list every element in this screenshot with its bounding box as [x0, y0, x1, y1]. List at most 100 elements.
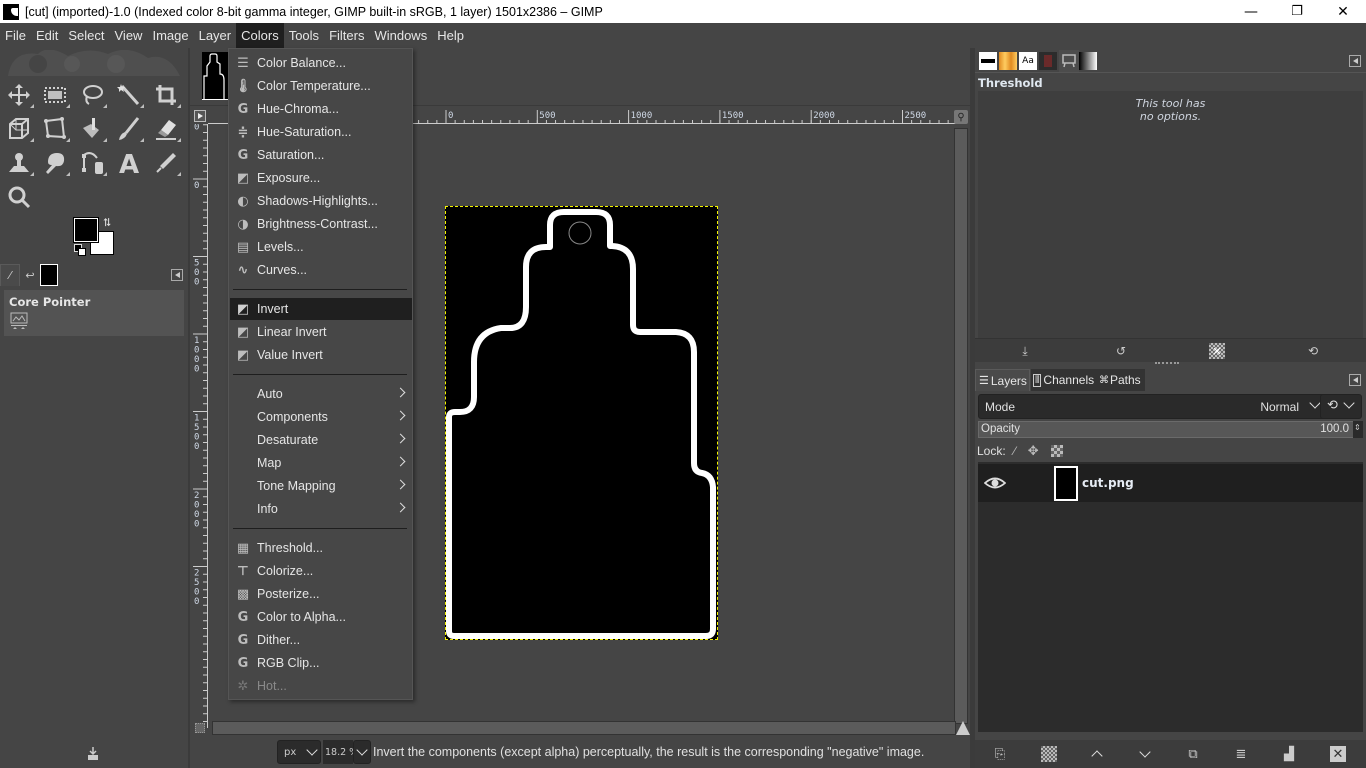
layer-name[interactable]: cut.png	[1082, 476, 1134, 490]
horizontal-scrollbar[interactable]	[212, 721, 956, 735]
quick-menu-button[interactable]	[194, 110, 206, 122]
layer-mode-select[interactable]: Mode Normal	[978, 394, 1330, 419]
add-mask-button[interactable]: ▟	[1281, 746, 1297, 762]
menu-item-linear-invert[interactable]: ◩ Linear Invert	[230, 321, 412, 343]
zoom-tool[interactable]	[4, 182, 34, 212]
eye-icon[interactable]	[984, 474, 1006, 492]
quick-mask-toggle[interactable]	[195, 723, 205, 733]
menu-item-hue-saturation[interactable]: ≑ Hue-Saturation...	[230, 121, 412, 143]
fuzzy-select-tool[interactable]	[114, 80, 144, 110]
move-tool[interactable]	[4, 80, 34, 110]
menu-help[interactable]: Help	[432, 23, 469, 48]
lock-pixels-icon[interactable]: ⁄	[1014, 444, 1016, 458]
tab-layers[interactable]: ☰ Layers	[975, 369, 1030, 391]
zoom-image-toggle[interactable]: ⚲	[954, 110, 968, 124]
unit-select[interactable]: px	[277, 740, 321, 764]
raise-layer-button[interactable]	[1089, 746, 1105, 762]
menu-filters[interactable]: Filters	[324, 23, 369, 48]
menu-item-color-to-alpha[interactable]: G Color to Alpha...	[230, 606, 412, 628]
restore-preset-button[interactable]: ↺	[1113, 343, 1129, 359]
opacity-spinner[interactable]: ⇕	[1353, 421, 1363, 438]
menu-item-rgb-clip[interactable]: G RGB Clip...	[230, 652, 412, 674]
gradients-tab[interactable]	[1079, 52, 1097, 70]
color-picker-tool[interactable]	[151, 148, 181, 178]
menu-item-exposure[interactable]: ◩ Exposure...	[230, 167, 412, 189]
navigate-image-button[interactable]	[956, 721, 970, 735]
bucket-fill-tool[interactable]	[77, 114, 107, 144]
lock-position-icon[interactable]: ✥	[1028, 443, 1039, 459]
save-preset-button[interactable]: ⤓	[1017, 343, 1033, 359]
panel-sash[interactable]	[1155, 362, 1179, 365]
menu-view[interactable]: View	[110, 23, 148, 48]
swap-colors-icon[interactable]: ⮁	[102, 216, 111, 230]
menu-item-brightness-contrast[interactable]: ◑ Brightness-Contrast...	[230, 213, 412, 235]
menu-colors[interactable]: Colors	[236, 23, 284, 48]
menu-edit[interactable]: Edit	[31, 23, 63, 48]
clone-tool[interactable]	[4, 148, 34, 178]
menu-tools[interactable]: Tools	[284, 23, 324, 48]
crop-tool[interactable]	[151, 80, 181, 110]
menu-item-components[interactable]: Components	[230, 406, 412, 428]
unified-transform-tool[interactable]	[4, 114, 34, 144]
fonts-tab[interactable]: Aa	[1019, 52, 1037, 70]
document-history-tab[interactable]	[1039, 52, 1057, 70]
dock-menu-button[interactable]	[171, 269, 183, 281]
lower-layer-button[interactable]	[1137, 746, 1153, 762]
menu-item-tone-mapping[interactable]: Tone Mapping	[230, 475, 412, 497]
menu-item-shadows-highlights[interactable]: ◐ Shadows-Highlights...	[230, 190, 412, 212]
anchor-layer-button[interactable]: ≣	[1233, 746, 1249, 762]
images-tab[interactable]	[40, 264, 58, 286]
rect-select-tool[interactable]	[40, 80, 70, 110]
text-tool[interactable]: A	[114, 148, 144, 178]
restore-button[interactable]: ❐	[1274, 0, 1320, 23]
paintbrush-tool[interactable]	[114, 114, 144, 144]
vertical-scrollbar[interactable]	[954, 128, 968, 724]
delete-layer-button[interactable]: ✕	[1330, 746, 1346, 762]
zoom-input[interactable]: 18.2 %	[323, 740, 353, 764]
menu-item-color-balance[interactable]: ☰ Color Balance...	[230, 52, 412, 74]
image-tab-thumbnail[interactable]	[202, 52, 228, 100]
patterns-tab[interactable]	[999, 52, 1017, 70]
vertical-ruler[interactable]: 50005001000150020002500	[190, 124, 208, 728]
menu-item-desaturate[interactable]: Desaturate	[230, 429, 412, 451]
menu-select[interactable]: Select	[63, 23, 109, 48]
reset-button[interactable]: ⟲	[1305, 343, 1321, 359]
brushes-tab[interactable]	[979, 52, 997, 70]
tab-channels[interactable]: ⦀ Channels	[1031, 369, 1097, 391]
menu-item-hue-chroma[interactable]: G Hue-Chroma...	[230, 98, 412, 120]
menu-item-curves[interactable]: ∿ Curves...	[230, 259, 412, 281]
save-device-status-button[interactable]	[85, 745, 101, 761]
smudge-tool[interactable]	[40, 148, 70, 178]
menu-layer[interactable]: Layer	[194, 23, 237, 48]
warp-transform-tool[interactable]	[40, 114, 70, 144]
menu-item-map[interactable]: Map	[230, 452, 412, 474]
duplicate-layer-button[interactable]: ⧉	[1185, 746, 1201, 762]
delete-preset-button[interactable]: ✕	[1209, 343, 1225, 359]
foreground-color-swatch[interactable]	[73, 217, 99, 243]
default-colors-icon[interactable]	[74, 244, 86, 256]
menu-item-auto[interactable]: Auto	[230, 383, 412, 405]
menu-item-threshold[interactable]: ▦ Threshold...	[230, 537, 412, 559]
menu-item-info[interactable]: Info	[230, 498, 412, 520]
close-button[interactable]: ✕	[1320, 0, 1366, 23]
menu-item-posterize[interactable]: ▩ Posterize...	[230, 583, 412, 605]
dock-menu-button[interactable]	[1349, 374, 1361, 386]
opacity-slider[interactable]: Opacity 100.0	[978, 421, 1354, 438]
menu-item-color-temperature[interactable]: 🌡 Color Temperature...	[230, 75, 412, 97]
menu-item-colorize[interactable]: ⊤ Colorize...	[230, 560, 412, 582]
new-layer-button[interactable]: ⎘	[992, 746, 1008, 762]
paths-tool[interactable]	[77, 148, 107, 178]
menu-item-levels[interactable]: ▤ Levels...	[230, 236, 412, 258]
free-select-tool[interactable]	[77, 80, 107, 110]
menu-item-saturation[interactable]: G Saturation...	[230, 144, 412, 166]
menu-item-dither[interactable]: G Dither...	[230, 629, 412, 651]
menu-image[interactable]: Image	[147, 23, 193, 48]
new-layer-group-button[interactable]	[1041, 746, 1057, 762]
minimize-button[interactable]: —	[1228, 0, 1274, 23]
tab-paths[interactable]: ⌘ Paths	[1097, 369, 1145, 391]
lock-alpha-icon[interactable]	[1050, 445, 1063, 457]
menu-windows[interactable]: Windows	[369, 23, 432, 48]
composite-mode-button[interactable]: ⟲	[1320, 394, 1362, 419]
layer-row[interactable]: cut.png	[978, 464, 1363, 502]
menu-item-value-invert[interactable]: ◩ Value Invert	[230, 344, 412, 366]
